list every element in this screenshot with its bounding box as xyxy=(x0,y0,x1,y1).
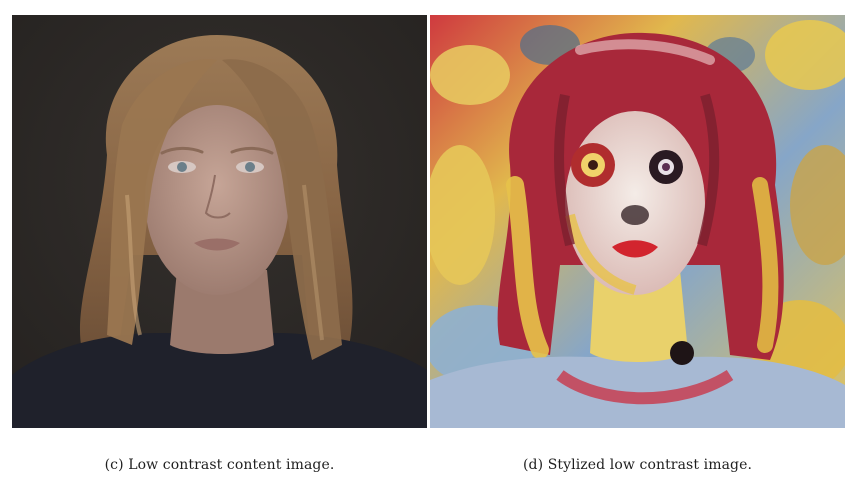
left-iris xyxy=(177,162,187,172)
right-iris xyxy=(245,162,255,172)
caption-low-contrast-content-image: (c) Low contrast content image. xyxy=(104,457,335,473)
stylized-left-pupil xyxy=(588,160,598,170)
low-contrast-portrait-image xyxy=(12,15,427,428)
content-image-panel xyxy=(12,15,427,428)
swirl-blob xyxy=(430,45,510,105)
stylized-portrait-image xyxy=(430,15,845,428)
stylized-right-pupil xyxy=(662,163,670,171)
neck-dark-spot xyxy=(670,341,694,365)
stylized-face xyxy=(565,111,705,295)
stylized-nose xyxy=(621,205,649,225)
stylized-image-panel xyxy=(430,15,845,428)
caption-stylized-low-contrast-image: (d) Stylized low contrast image. xyxy=(522,457,753,473)
